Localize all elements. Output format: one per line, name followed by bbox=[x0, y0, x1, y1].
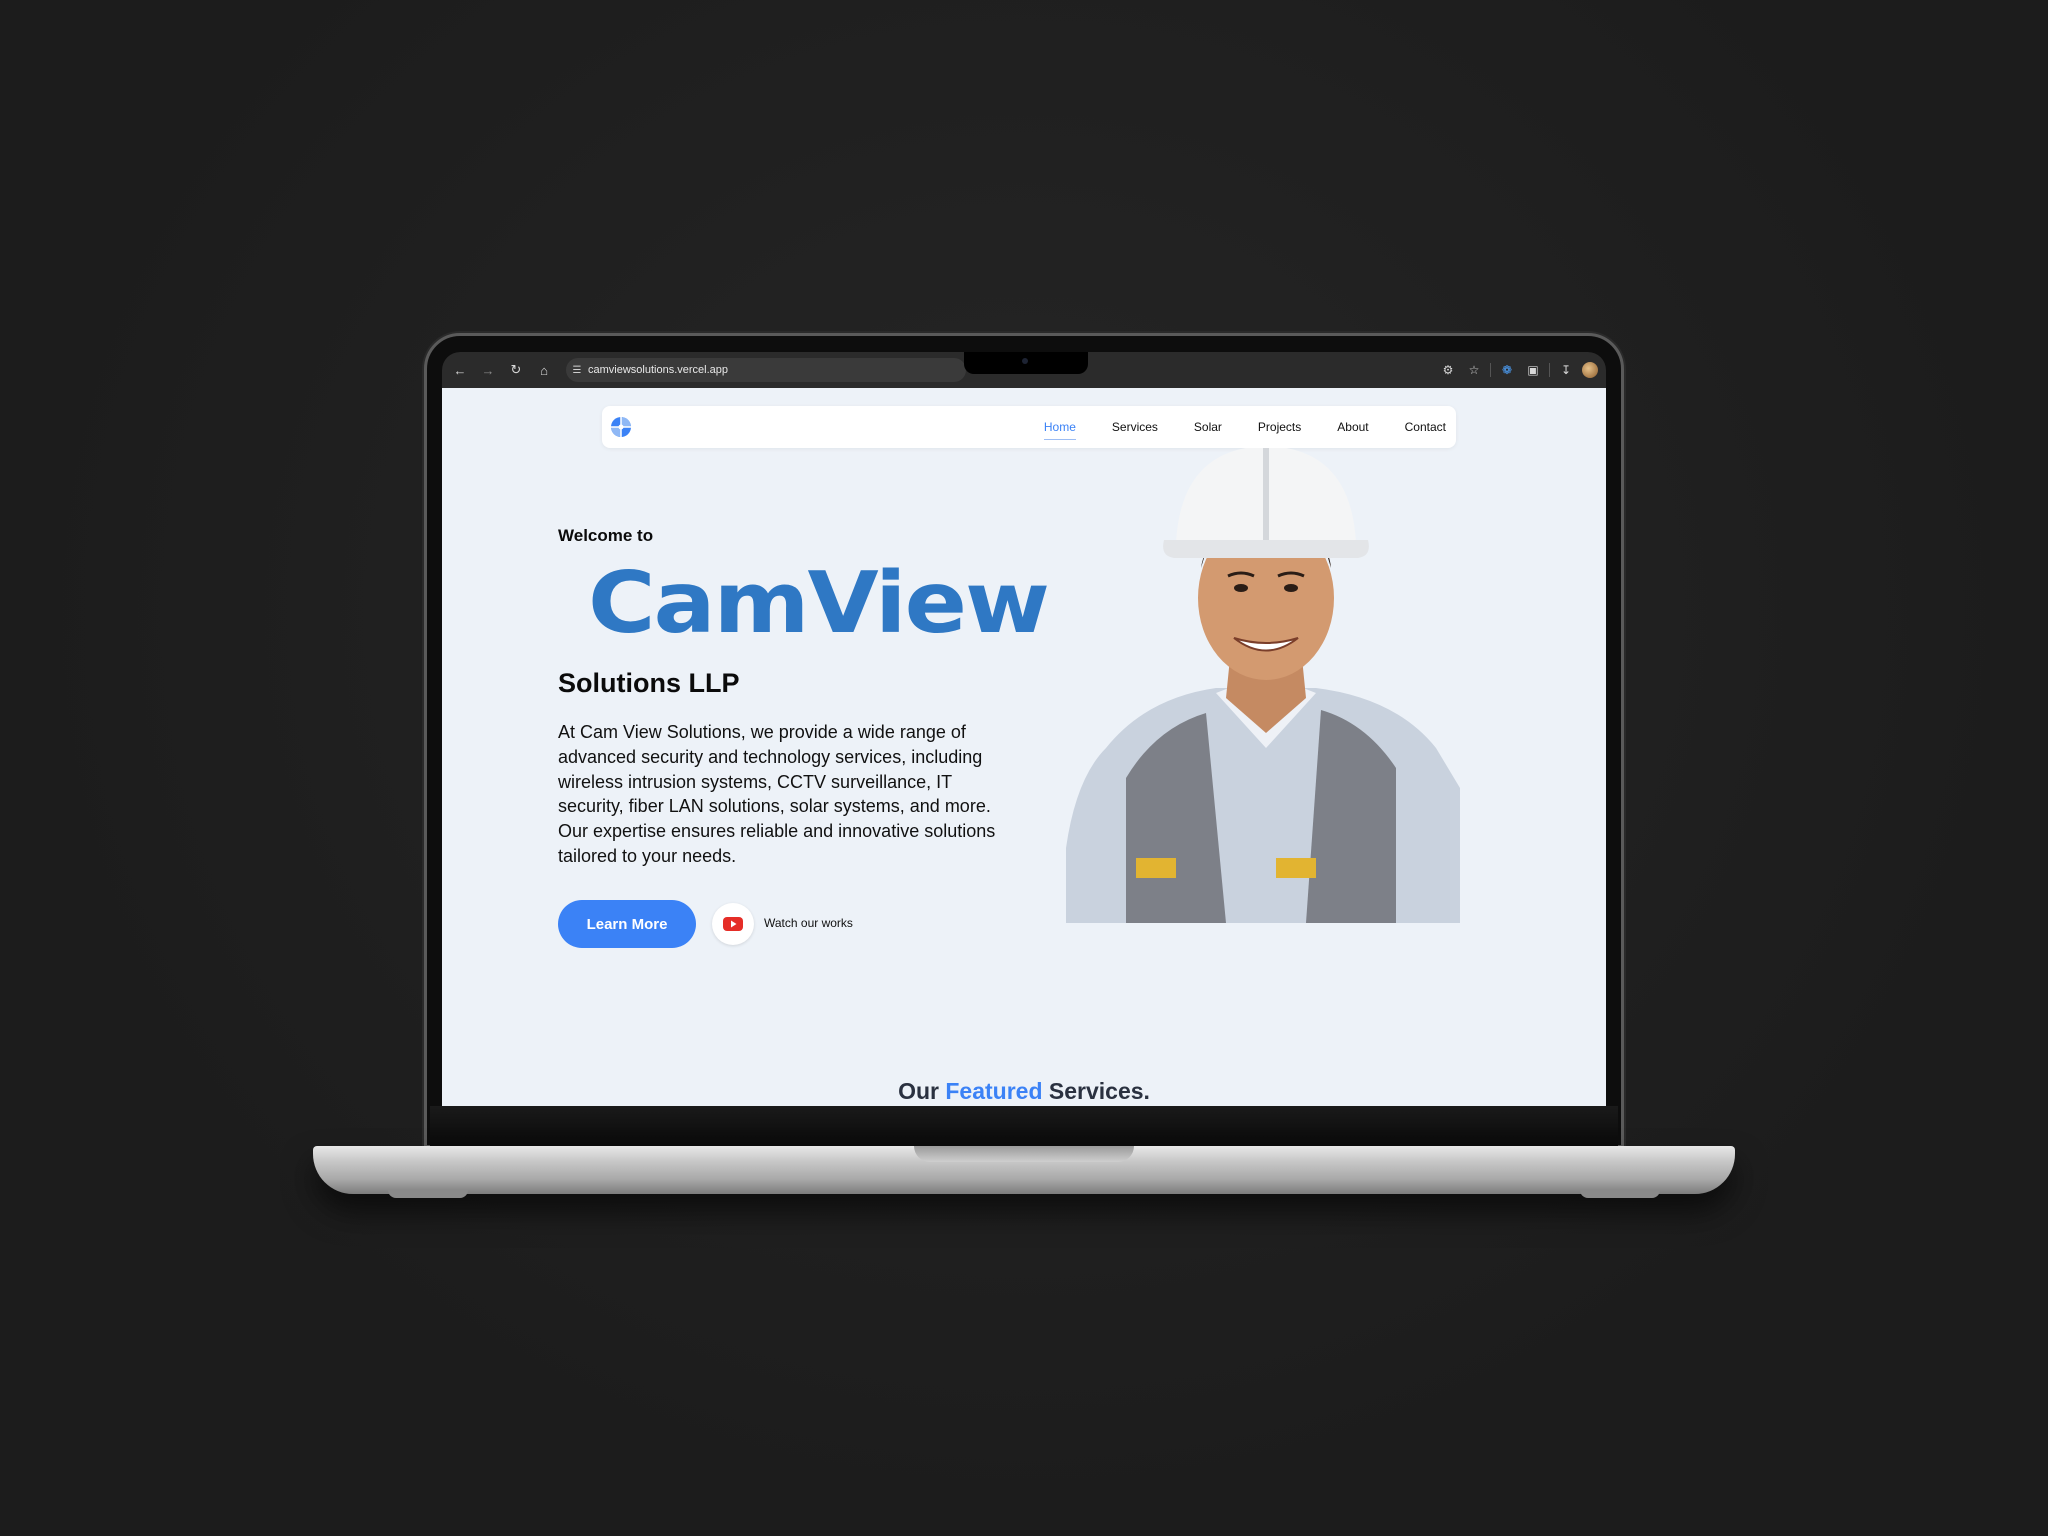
site-menu: Home Services Solar Projects About Conta… bbox=[1008, 406, 1446, 448]
back-arrow-icon[interactable]: ← bbox=[448, 358, 472, 382]
nav-projects[interactable]: Projects bbox=[1258, 416, 1301, 438]
extension-icon[interactable]: ❁ bbox=[1497, 363, 1517, 377]
laptop-screen: ← → ↻ ⌂ ☰ camviewsolutions.vercel.app ⚙ … bbox=[442, 352, 1606, 1106]
profile-avatar[interactable] bbox=[1582, 362, 1598, 378]
laptop-foot-left bbox=[388, 1190, 468, 1198]
featured-accent: Featured bbox=[945, 1078, 1043, 1104]
site-navbar: Home Services Solar Projects About Conta… bbox=[602, 406, 1456, 448]
nav-about[interactable]: About bbox=[1337, 416, 1368, 438]
nav-solar[interactable]: Solar bbox=[1194, 416, 1222, 438]
browser-actions: ⚙ ☆ ❁ ▣ ↧ bbox=[1438, 358, 1598, 382]
hero-description: At Cam View Solutions, we provide a wide… bbox=[558, 722, 996, 866]
youtube-play-icon bbox=[723, 917, 743, 931]
nav-services[interactable]: Services bbox=[1112, 416, 1158, 438]
hero-welcome: Welcome to bbox=[558, 526, 654, 545]
toolbar-divider bbox=[1490, 363, 1491, 377]
hero-brand-title: CamView bbox=[588, 554, 1050, 653]
featured-suffix: Services. bbox=[1048, 1078, 1150, 1104]
nav-contact[interactable]: Contact bbox=[1405, 416, 1446, 438]
url-text: camviewsolutions.vercel.app bbox=[588, 364, 729, 376]
camera-icon bbox=[1022, 358, 1028, 364]
learn-more-button[interactable]: Learn More bbox=[558, 900, 696, 948]
watch-video-button[interactable] bbox=[712, 903, 754, 945]
download-icon[interactable]: ↧ bbox=[1556, 363, 1576, 377]
hero-worker-photo bbox=[1066, 448, 1460, 923]
watch-works-link[interactable]: Watch our works bbox=[764, 916, 853, 930]
laptop-chin bbox=[430, 1106, 1618, 1146]
address-bar[interactable]: ☰ camviewsolutions.vercel.app bbox=[566, 358, 966, 382]
featured-prefix: Our bbox=[898, 1078, 939, 1104]
bookmark-star-icon[interactable]: ☆ bbox=[1464, 363, 1484, 377]
reload-icon[interactable]: ↻ bbox=[504, 358, 528, 382]
camview-logo-icon[interactable] bbox=[610, 416, 632, 438]
toolbar-divider bbox=[1549, 363, 1550, 377]
translate-icon[interactable]: ⚙ bbox=[1438, 363, 1458, 377]
nav-home[interactable]: Home bbox=[1043, 416, 1076, 440]
home-icon[interactable]: ⌂ bbox=[532, 358, 556, 382]
laptop-thumb-notch bbox=[914, 1146, 1134, 1162]
puzzle-icon[interactable]: ▣ bbox=[1523, 363, 1543, 377]
laptop-foot-right bbox=[1580, 1190, 1660, 1198]
website-page: Home Services Solar Projects About Conta… bbox=[442, 388, 1606, 1106]
forward-arrow-icon[interactable]: → bbox=[476, 358, 500, 382]
featured-services-heading: Our Featured Services. bbox=[442, 1078, 1606, 1105]
site-info-icon[interactable]: ☰ bbox=[566, 365, 588, 376]
hero-subtitle: Solutions LLP bbox=[558, 668, 740, 698]
